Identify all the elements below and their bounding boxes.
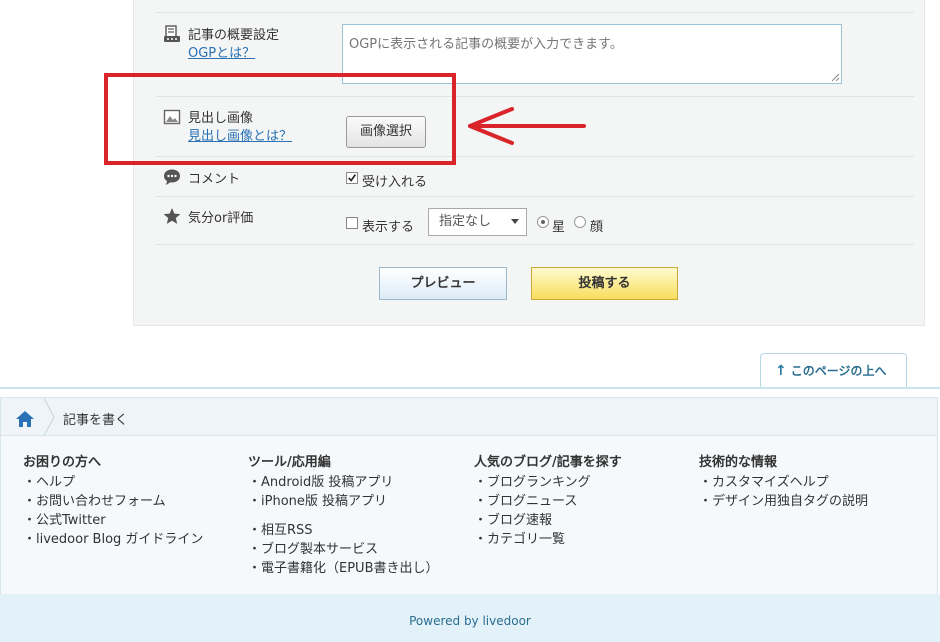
ogp-label: 記事の概要設定: [188, 28, 280, 43]
powered-by-text[interactable]: Powered by livedoor: [0, 594, 940, 642]
footer-column-help: お困りの方へ ・ヘルプ ・お問い合わせフォーム ・公式Twitter ・live…: [23, 451, 203, 549]
footer-link[interactable]: ・iPhone版 投稿アプリ: [248, 492, 439, 511]
back-to-top-button[interactable]: ↑ このページの上へ: [760, 353, 907, 389]
footer-link[interactable]: ・Android版 投稿アプリ: [248, 473, 439, 492]
footer-group-gap: [248, 511, 439, 521]
annotation-highlight-box: [104, 73, 456, 165]
radio-star[interactable]: [537, 216, 549, 228]
annotation-arrow-icon: [468, 107, 586, 145]
arrow-up-icon: ↑: [775, 363, 787, 379]
resize-grip-icon[interactable]: [830, 72, 840, 82]
footer-column-popular: 人気のブログ/記事を探す ・ブログランキング ・ブログニュース ・ブログ速報 ・…: [474, 451, 622, 549]
chevron-down-icon: [511, 219, 519, 224]
footer-link[interactable]: ・お問い合わせフォーム: [23, 492, 203, 511]
mood-select[interactable]: 指定なし: [428, 208, 527, 236]
home-icon[interactable]: [15, 410, 35, 428]
accept-comments-checkbox[interactable]: [346, 172, 358, 184]
radio-face[interactable]: [574, 216, 586, 228]
footer-link[interactable]: ・デザイン用独自タグの説明: [699, 492, 868, 511]
document-settings-icon: [164, 25, 180, 42]
footer-link[interactable]: ・カテゴリ一覧: [474, 530, 622, 549]
footer-column-title: お困りの方へ: [23, 455, 102, 470]
footer-link[interactable]: ・ブログ製本サービス: [248, 540, 439, 559]
footer-column-title: 人気のブログ/記事を探す: [474, 455, 622, 470]
radio-star-label: 星: [552, 220, 566, 235]
mood-label: 気分or評価: [188, 211, 254, 226]
footer-link[interactable]: ・相互RSS: [248, 521, 439, 540]
footer-column-title: 技術的な情報: [699, 455, 778, 470]
footer-link[interactable]: ・ブログ速報: [474, 511, 622, 530]
footer-link[interactable]: ・ブログランキング: [474, 473, 622, 492]
footer-link[interactable]: ・電子書籍化（EPUB書き出し）: [248, 559, 439, 578]
footer-column-technical: 技術的な情報 ・カスタマイズヘルプ ・デザイン用独自タグの説明: [699, 451, 868, 511]
row-divider: [156, 12, 914, 13]
comment-label: コメント: [188, 172, 241, 187]
footer-link[interactable]: ・カスタマイズヘルプ: [699, 473, 868, 492]
checkmark-icon: [348, 174, 357, 182]
accept-comments-label: 受け入れる: [362, 175, 428, 190]
breadcrumb-separator-icon: [43, 398, 55, 436]
footer-link[interactable]: ・livedoor Blog ガイドライン: [23, 530, 203, 549]
footer-divider: [0, 387, 940, 389]
mood-select-value: 指定なし: [439, 214, 492, 229]
footer-link[interactable]: ・ヘルプ: [23, 473, 203, 492]
post-button[interactable]: 投稿する: [531, 267, 678, 300]
show-mood-checkbox[interactable]: [346, 217, 358, 229]
footer-link[interactable]: ・ブログニュース: [474, 492, 622, 511]
preview-button[interactable]: プレビュー: [379, 267, 507, 300]
star-icon: [163, 208, 181, 224]
radio-face-label: 顔: [590, 220, 604, 235]
footer-link[interactable]: ・公式Twitter: [23, 511, 203, 530]
footer-column-title: ツール/応用編: [248, 455, 331, 470]
show-mood-label: 表示する: [362, 220, 415, 235]
breadcrumb: 記事を書く: [1, 398, 937, 436]
ogp-help-link[interactable]: OGPとは？: [188, 42, 255, 61]
comment-bubble-icon: [164, 169, 180, 185]
breadcrumb-current: 記事を書く: [63, 413, 129, 428]
row-divider: [156, 244, 914, 245]
back-to-top-label: このページの上へ: [790, 364, 887, 378]
row-divider: [156, 196, 914, 197]
footer-column-tools: ツール/応用編 ・Android版 投稿アプリ ・iPhone版 投稿アプリ ・…: [248, 451, 439, 578]
